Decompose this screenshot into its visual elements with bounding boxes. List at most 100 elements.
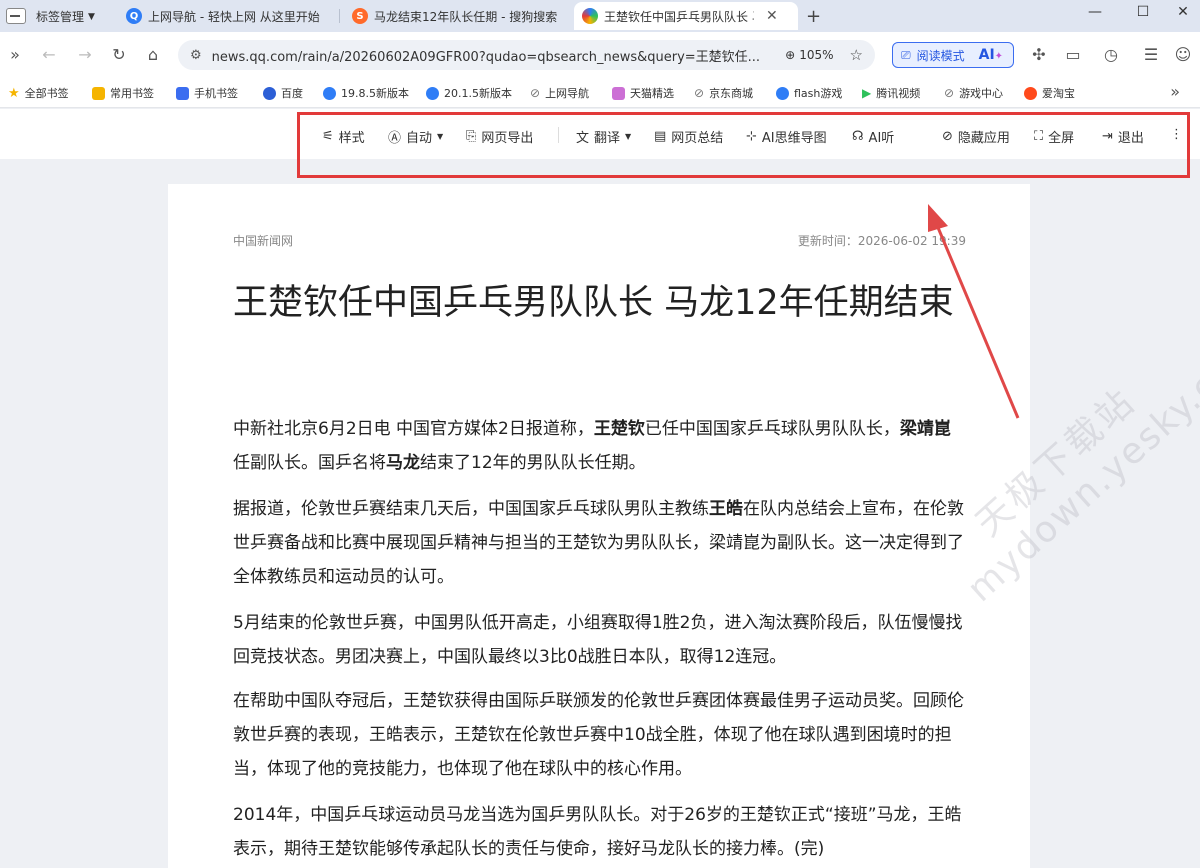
- bold-name: 马龙: [386, 453, 420, 473]
- tab-sogou[interactable]: S 马龙结束12年队长任期 - 搜狗搜索: [344, 2, 566, 30]
- navigation-bar: » ← → ↻ ⌂ ⚙ news.qq.com/rain/a/20260602A…: [0, 32, 1200, 78]
- bold-name: 王楚钦: [593, 419, 645, 439]
- sogou-logo-icon: S: [352, 8, 368, 24]
- bookmark-item[interactable]: flash游戏: [776, 85, 842, 101]
- text-span: 结束了12年的男队队长任期。: [420, 453, 646, 473]
- reader-mode-icon: ⎚: [901, 47, 911, 62]
- bookmark-item[interactable]: 百度: [263, 85, 303, 101]
- bookmark-label: 京东商城: [709, 87, 754, 100]
- bookmark-item[interactable]: 手机书签: [176, 85, 238, 101]
- article-paragraph: 在帮助中国队夺冠后，王楚钦获得由国际乒联颁发的伦敦世乒赛团体赛最佳男子运动员奖。…: [233, 691, 964, 779]
- annotation-highlight-box: [297, 112, 1190, 178]
- tab-active-article[interactable]: 王楚钦任中国乒乓男队队长 马龙 ✕: [574, 2, 798, 30]
- back-icon[interactable]: ←: [38, 45, 60, 64]
- zoom-indicator[interactable]: ⊕ 105%: [785, 48, 833, 62]
- url-text[interactable]: news.qq.com/rain/a/20260602A09GFR00?quda…: [212, 46, 786, 65]
- article-page: 中国新闻网 更新时间：2026-06-02 19:39 王楚钦任中国乒乓男队队长…: [168, 184, 1030, 868]
- star-icon: ★: [8, 85, 20, 101]
- refresh-icon[interactable]: ↻: [108, 45, 130, 64]
- text-span: 据报道，伦敦世乒赛结束几天后，中国国家乒乓球队男队主教练: [233, 499, 709, 519]
- bookmark-label: flash游戏: [794, 87, 843, 100]
- bookmark-label: 游戏中心: [959, 87, 1004, 100]
- close-icon[interactable]: ✕: [766, 8, 778, 24]
- bookmark-item[interactable]: ⊘ 游戏中心: [944, 85, 1003, 101]
- bookmark-item[interactable]: ▶ 腾讯视频: [862, 85, 920, 101]
- tab-nav[interactable]: Q 上网导航 - 轻快上网 从这里开始: [118, 2, 340, 30]
- forward-icon[interactable]: →: [74, 45, 96, 64]
- phone-icon: [176, 86, 189, 100]
- bookmark-label: 19.8.5新版本: [341, 87, 409, 100]
- tab-title: 上网导航 - 轻快上网 从这里开始: [148, 9, 320, 24]
- taobao-icon: [1024, 86, 1037, 100]
- bookmark-label: 手机书签: [194, 87, 238, 100]
- reader-mode-label: 阅读模式: [916, 48, 965, 63]
- tab-manager-button[interactable]: 标签管理 ▼: [36, 8, 95, 25]
- chevron-down-icon: ▼: [88, 11, 95, 22]
- extensions-icon[interactable]: ✣: [1028, 45, 1050, 64]
- folder-icon[interactable]: ▭: [1062, 45, 1084, 64]
- text-span: 任副队长。国乒名将: [233, 453, 386, 473]
- history-icon[interactable]: ◷: [1100, 45, 1122, 64]
- bookmark-label: 爱淘宝: [1042, 87, 1075, 100]
- bookmark-label: 上网导航: [545, 87, 590, 100]
- tab-title: 马龙结束12年队长任期 - 搜狗搜索: [374, 9, 558, 24]
- zoom-level: 105%: [799, 48, 834, 62]
- home-icon[interactable]: ⌂: [142, 45, 164, 64]
- baidu-icon: [263, 86, 276, 100]
- window-close-icon[interactable]: ✕: [1168, 4, 1198, 20]
- tab-title: 王楚钦任中国乒乓男队队长 马龙: [604, 9, 754, 24]
- bookmark-item[interactable]: 常用书签: [92, 85, 154, 101]
- article-paragraph: 2014年，中国乒乓球运动员马龙当选为国乒男队队长。对于26岁的王楚钦正式“接班…: [233, 805, 962, 859]
- sidebar-toggle-icon[interactable]: [6, 8, 26, 24]
- bookmark-label: 百度: [281, 87, 303, 100]
- bookmark-item[interactable]: ★ 全部书签: [8, 85, 69, 101]
- text-span: 中新社北京6月2日电 中国官方媒体2日报道称，: [233, 419, 594, 439]
- ai-label: AI: [978, 47, 995, 63]
- link-icon: ⊘: [694, 86, 705, 100]
- qq-news-logo-icon: [582, 8, 598, 24]
- reader-mode-button[interactable]: ⎚ 阅读模式 AI✦: [892, 42, 1014, 68]
- browser-logo-icon: [426, 86, 439, 100]
- link-icon: ⊘: [944, 86, 955, 100]
- article-paragraph: 据报道，伦敦世乒赛结束几天后，中国国家乒乓球队男队主教练王皓在队内总结会上宣布，…: [233, 492, 965, 594]
- bookmark-label: 天猫精选: [630, 87, 674, 100]
- address-bar[interactable]: ⚙ news.qq.com/rain/a/20260602A09GFR00?qu…: [178, 40, 875, 70]
- minimize-icon[interactable]: —: [1080, 4, 1110, 20]
- article-title: 王楚钦任中国乒乓男队队长 马龙12年任期结束: [233, 283, 954, 323]
- user-avatar-icon[interactable]: ☺: [1172, 45, 1194, 64]
- browser-logo-icon: Q: [126, 8, 142, 24]
- bookmark-item[interactable]: 19.8.5新版本: [323, 85, 409, 101]
- text-span: 已任中国国家乒乓球队男队队长，: [644, 419, 900, 439]
- sparkle-icon: ✦: [994, 51, 1004, 62]
- bookmark-label: 腾讯视频: [876, 87, 921, 100]
- bookmark-item[interactable]: 天猫精选: [612, 85, 674, 101]
- bookmark-item[interactable]: ⊘ 上网导航: [530, 85, 589, 101]
- new-tab-button[interactable]: +: [806, 6, 821, 27]
- maximize-icon[interactable]: ☐: [1128, 4, 1158, 20]
- zoom-icon: ⊕: [785, 48, 796, 62]
- bookmarks-bar: ★ 全部书签 常用书签 手机书签 百度 19.8.5新版本 20.1.5新版本 …: [0, 78, 1200, 108]
- expand-sidebar-icon[interactable]: »: [4, 45, 26, 64]
- article-paragraph: 中新社北京6月2日电 中国官方媒体2日报道称，王楚钦已任中国国家乒乓球队男队队长…: [233, 412, 965, 480]
- article-source: 中国新闻网: [233, 234, 294, 248]
- bookmark-item[interactable]: 20.1.5新版本: [426, 85, 512, 101]
- downloads-icon[interactable]: ☰: [1140, 45, 1162, 64]
- site-info-icon[interactable]: ⚙: [190, 48, 202, 63]
- tab-strip: 标签管理 ▼ Q 上网导航 - 轻快上网 从这里开始 S 马龙结束12年队长任期…: [0, 0, 1200, 32]
- browser-logo-icon: [323, 86, 336, 100]
- article-update-time: 更新时间：2026-06-02 19:39: [797, 234, 966, 248]
- more-bookmarks-icon[interactable]: »: [1170, 82, 1180, 101]
- tab-manager-label: 标签管理: [36, 10, 85, 24]
- bookmark-label: 20.1.5新版本: [444, 87, 512, 100]
- tab-separator: [339, 9, 340, 23]
- play-icon: ▶: [862, 86, 872, 100]
- link-icon: ⊘: [530, 86, 541, 100]
- article-paragraph: 5月结束的伦敦世乒赛，中国男队低开高走，小组赛取得1胜2负，进入淘汰赛阶段后，队…: [233, 613, 963, 667]
- bookmark-item[interactable]: 爱淘宝: [1024, 85, 1075, 101]
- bookmark-item[interactable]: ⊘ 京东商城: [694, 85, 753, 101]
- bold-name: 王皓: [709, 499, 743, 519]
- ai-assistant-badge[interactable]: AI✦: [979, 47, 1003, 63]
- bookmark-star-icon[interactable]: ☆: [850, 46, 863, 64]
- bold-name: 梁靖崑: [899, 419, 951, 439]
- bookmark-folder-icon: [92, 86, 105, 100]
